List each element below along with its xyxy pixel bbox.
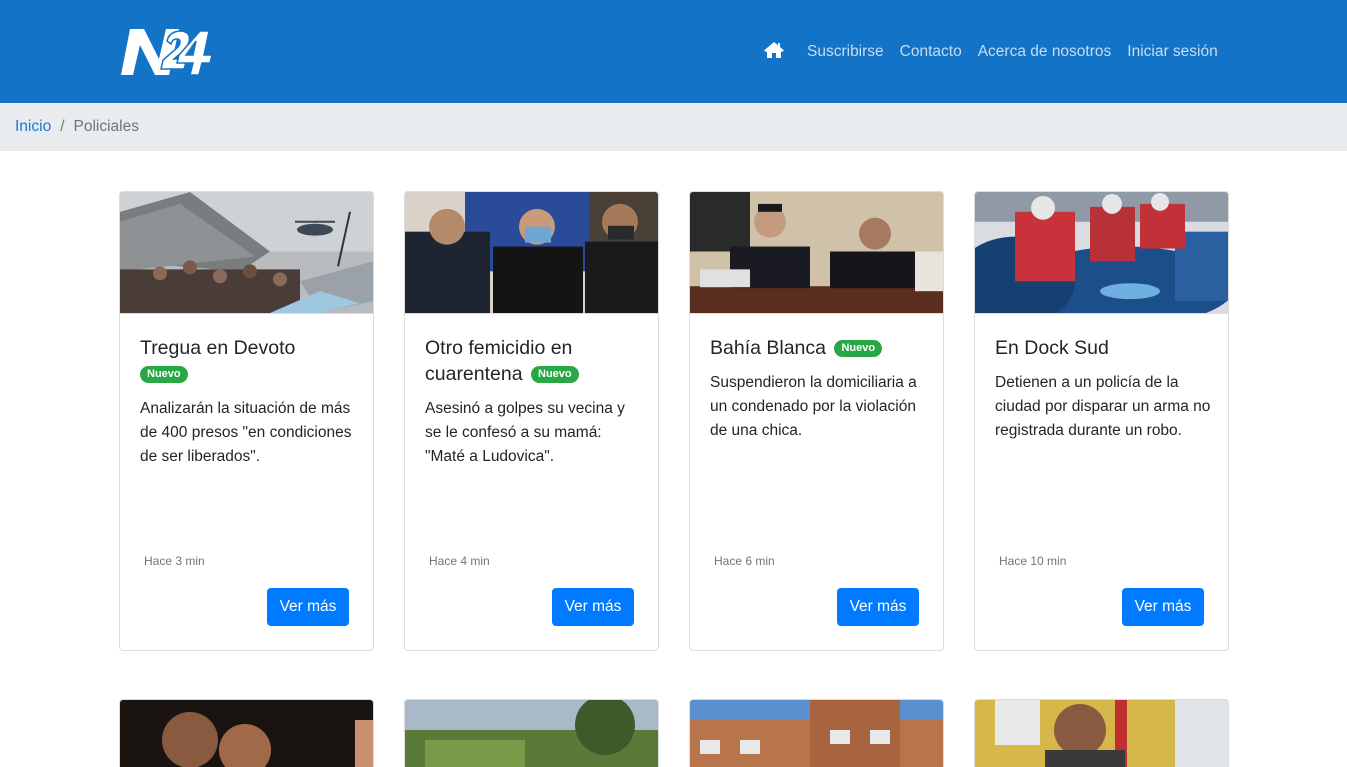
news-image-femicidio[interactable] <box>405 192 658 314</box>
card-body: Bahía Blanca Nuevo Suspendieron la domic… <box>710 335 928 443</box>
card-title: Bahía Blanca Nuevo <box>710 335 928 361</box>
new-badge: Nuevo <box>531 366 579 383</box>
nav-links: Suscribirse Contacto Acerca de nosotros … <box>807 41 1218 63</box>
card-text: Detienen a un policía de la ciudad por d… <box>995 374 1211 439</box>
ver-mas-button[interactable]: Ver más <box>267 588 349 626</box>
news-image[interactable] <box>120 700 373 767</box>
card-text: Suspendieron la domiciliaria a un conden… <box>710 374 917 439</box>
nav-link-suscribirse[interactable]: Suscribirse <box>807 41 884 63</box>
new-badge: Nuevo <box>140 366 188 383</box>
card-title-text: En Dock Sud <box>995 337 1109 359</box>
news-card: Bahía Blanca Nuevo Suspendieron la domic… <box>689 191 944 651</box>
n24-logo[interactable] <box>121 27 213 77</box>
nav-link-acerca[interactable]: Acerca de nosotros <box>978 41 1112 63</box>
breadcrumb-home-link[interactable]: Inicio <box>15 118 51 136</box>
card-time: Hace 3 min <box>144 554 205 568</box>
card-body: Otro femicidio en cuarentena Nuevo Asesi… <box>425 335 643 469</box>
news-card: En Dock Sud Detienen a un policía de la … <box>974 191 1229 651</box>
card-title: Tregua en Devoto Nuevo <box>140 335 358 387</box>
card-title-text: Tregua en Devoto <box>140 337 296 359</box>
news-card: Tregua en Devoto Nuevo Analizarán la sit… <box>119 191 374 651</box>
card-time: Hace 4 min <box>429 554 490 568</box>
news-card <box>404 699 659 767</box>
breadcrumb: Inicio / Policiales <box>0 103 1347 151</box>
news-card <box>119 699 374 767</box>
news-image[interactable] <box>690 700 943 767</box>
news-card <box>689 699 944 767</box>
news-image[interactable] <box>405 700 658 767</box>
card-body: Tregua en Devoto Nuevo Analizarán la sit… <box>140 335 358 469</box>
ver-mas-button[interactable]: Ver más <box>837 588 919 626</box>
home-icon[interactable] <box>764 41 784 59</box>
breadcrumb-separator: / <box>60 118 65 135</box>
news-image-bahia-blanca[interactable] <box>690 192 943 314</box>
card-time: Hace 6 min <box>714 554 775 568</box>
card-title: Otro femicidio en cuarentena Nuevo <box>425 335 643 387</box>
ver-mas-button[interactable]: Ver más <box>1122 588 1204 626</box>
news-image-devoto[interactable] <box>120 192 373 314</box>
card-time: Hace 10 min <box>999 554 1067 568</box>
new-badge: Nuevo <box>834 340 883 357</box>
card-title-text: Bahía Blanca <box>710 337 827 359</box>
card-text: Asesinó a golpes su vecina y se le confe… <box>425 400 625 465</box>
card-body: En Dock Sud Detienen a un policía de la … <box>995 335 1213 443</box>
news-card <box>974 699 1229 767</box>
card-title: En Dock Sud <box>995 335 1213 361</box>
ver-mas-button[interactable]: Ver más <box>552 588 634 626</box>
news-image[interactable] <box>975 700 1228 767</box>
navbar: Suscribirse Contacto Acerca de nosotros … <box>0 0 1347 103</box>
nav-link-contacto[interactable]: Contacto <box>900 41 962 63</box>
news-image-dock-sud[interactable] <box>975 192 1228 314</box>
breadcrumb-current: Policiales <box>73 118 139 135</box>
nav-link-login[interactable]: Iniciar sesión <box>1127 41 1217 63</box>
card-text: Analizarán la situación de más de 400 pr… <box>140 400 352 465</box>
news-card: Otro femicidio en cuarentena Nuevo Asesi… <box>404 191 659 651</box>
